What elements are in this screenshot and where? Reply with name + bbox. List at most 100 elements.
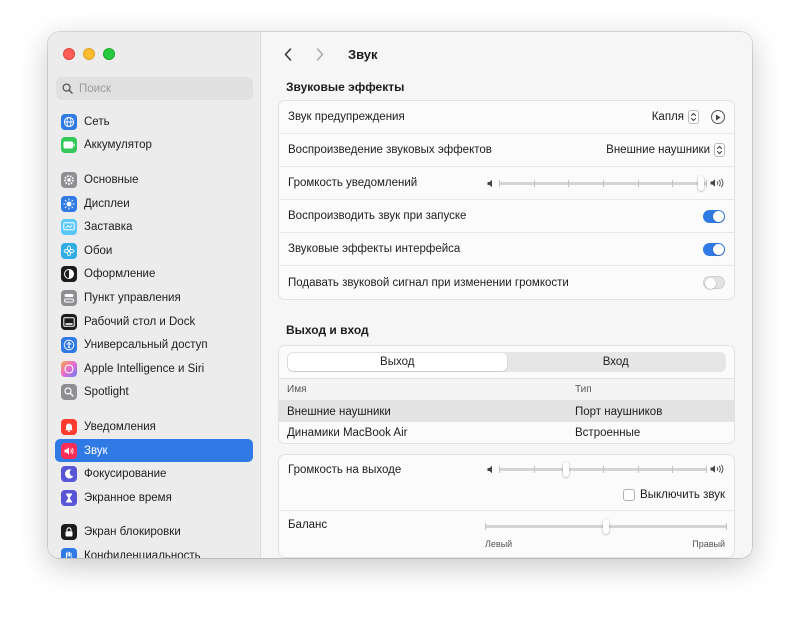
tab-output[interactable]: Выход — [288, 353, 507, 371]
ui-effects-label: Звуковые эффекты интерфейса — [288, 243, 461, 255]
sidebar-item-label: Основные — [84, 173, 139, 186]
sidebar-item-network[interactable]: Сеть — [55, 110, 253, 134]
accessibility-icon — [61, 337, 77, 354]
sidebar-item-appearance[interactable]: Оформление — [55, 263, 253, 287]
forward-button[interactable] — [310, 44, 330, 64]
balance-track — [485, 518, 727, 534]
speaker-low-icon — [487, 465, 492, 474]
chevron-right-icon — [316, 47, 324, 61]
balance-left-label: Левый — [485, 539, 513, 549]
speaker-high-icon — [710, 464, 724, 474]
tab-input[interactable]: Вход — [507, 353, 726, 371]
alert-volume-slider[interactable] — [499, 175, 707, 191]
sidebar-item-notifications[interactable]: Уведомления — [55, 415, 253, 439]
alert-volume-label: Громкость уведомлений — [288, 177, 418, 189]
play-effects-popup[interactable]: Внешние наушники — [606, 143, 725, 157]
alert-sound-popup[interactable]: Капля — [652, 110, 699, 124]
sidebar-item-label: Уведомления — [84, 420, 156, 433]
startup-sound-toggle[interactable] — [703, 209, 725, 223]
device-name: Динамики MacBook Air — [287, 426, 408, 439]
search-input[interactable] — [79, 82, 239, 95]
sidebar-item-sound[interactable]: Звук — [55, 438, 253, 463]
sidebar-item-wallpaper[interactable]: Обои — [55, 239, 253, 263]
alert-volume-track — [499, 175, 707, 191]
sidebar-item-apple-intelligence-siri[interactable]: Apple Intelligence и Siri — [55, 357, 253, 381]
sidebar-item-screensaver[interactable]: Заставка — [55, 215, 253, 239]
sidebar-item-privacy[interactable]: Конфиденциальность — [55, 544, 253, 558]
table-row[interactable]: Внешние наушники Порт наушников — [279, 401, 734, 422]
sidebar-item-lock-screen[interactable]: Экран блокировки — [55, 521, 253, 545]
sidebar-item-label: Оформление — [84, 268, 156, 281]
column-type[interactable]: Тип — [569, 384, 592, 395]
alert-volume-thumb[interactable] — [697, 175, 704, 191]
hourglass-icon — [61, 489, 77, 506]
alert-sound-label: Звук предупреждения — [288, 111, 405, 123]
output-volume-thumb[interactable] — [562, 461, 569, 477]
io-card: Выход Вход Имя Тип Внешние наушники Порт… — [278, 345, 735, 444]
balance-right-label: Правый — [692, 539, 725, 549]
play-effects-label: Воспроизведение звуковых эффектов — [288, 144, 492, 156]
sidebar-item-label: Обои — [84, 244, 113, 257]
sidebar-item-desktop-dock[interactable]: Рабочий стол и Dock — [55, 310, 253, 334]
sidebar-item-general[interactable]: Основные — [55, 168, 253, 192]
window-controls — [63, 48, 115, 60]
sidebar-item-label: Аккумулятор — [84, 139, 152, 152]
appearance-icon — [61, 266, 77, 283]
mute-control[interactable]: Выключить звук — [623, 489, 725, 501]
balance-slider[interactable] — [485, 518, 727, 534]
zoom-button[interactable] — [103, 48, 115, 60]
ui-effects-row: Звуковые эффекты интерфейса — [279, 233, 734, 266]
sidebar-item-label: Apple Intelligence и Siri — [84, 362, 205, 375]
search-icon — [62, 83, 73, 94]
sidebar-item-battery[interactable]: Аккумулятор — [55, 134, 253, 158]
sidebar-item-label: Экран блокировки — [84, 526, 181, 539]
close-button[interactable] — [63, 48, 75, 60]
sidebar-item-focus[interactable]: Фокусирование — [55, 462, 253, 486]
output-volume-track — [499, 461, 707, 477]
sidebar-item-label: Сеть — [84, 115, 110, 128]
alert-sound-value: Капля — [651, 111, 684, 123]
settings-window: Сеть Аккумулятор Основные Дисплеи — [48, 32, 752, 558]
column-name[interactable]: Имя — [279, 384, 569, 395]
play-effects-value: Внешние наушники — [606, 144, 710, 156]
sidebar-item-spotlight[interactable]: Spotlight — [55, 381, 253, 405]
mute-checkbox[interactable] — [623, 489, 636, 501]
startup-sound-label: Воспроизводить звук при запуске — [288, 210, 467, 222]
balance-thumb[interactable] — [603, 518, 609, 534]
section-title-io: Выход и вход — [286, 323, 369, 337]
play-alert-button[interactable] — [711, 110, 725, 124]
sidebar-item-label: Пункт управления — [84, 291, 181, 304]
device-type: Встроенные — [575, 426, 641, 439]
output-volume-slider[interactable] — [499, 461, 707, 477]
play-effects-row: Воспроизведение звуковых эффектов Внешни… — [279, 134, 734, 167]
device-table-header: Имя Тип — [279, 378, 734, 401]
mute-label: Выключить звук — [640, 489, 725, 501]
play-icon — [716, 114, 721, 120]
back-button[interactable] — [278, 44, 298, 64]
section-title-effects: Звуковые эффекты — [286, 80, 405, 94]
toolbar: Звук — [262, 32, 752, 76]
globe-icon — [61, 113, 77, 130]
minimize-button[interactable] — [83, 48, 95, 60]
table-row[interactable]: Динамики MacBook Air Встроенные — [279, 422, 734, 443]
balance-label: Баланс — [288, 519, 328, 531]
sidebar-item-control-center[interactable]: Пункт управления — [55, 286, 253, 310]
sidebar-item-label: Звук — [84, 444, 108, 457]
sidebar-list: Сеть Аккумулятор Основные Дисплеи Застав… — [55, 110, 253, 558]
bell-icon — [61, 418, 77, 435]
alert-volume-row: Громкость уведомлений — [279, 167, 734, 200]
speaker-icon — [61, 442, 77, 459]
chevron-left-icon — [284, 47, 292, 61]
volume-feedback-toggle[interactable] — [703, 276, 725, 289]
lock-icon — [61, 524, 77, 541]
sidebar-item-displays[interactable]: Дисплеи — [55, 192, 253, 216]
siri-icon — [61, 360, 77, 377]
ui-effects-toggle[interactable] — [703, 242, 725, 256]
gear-icon — [61, 171, 77, 188]
search-field[interactable] — [56, 77, 253, 100]
output-volume-row: Громкость на выходе — [279, 455, 734, 487]
sun-icon — [61, 195, 77, 212]
sidebar-item-screen-time[interactable]: Экранное время — [55, 486, 253, 510]
output-volume-card: Громкость на выходе Выключить звук Балан… — [278, 454, 735, 558]
sidebar-item-accessibility[interactable]: Универсальный доступ — [55, 333, 253, 357]
